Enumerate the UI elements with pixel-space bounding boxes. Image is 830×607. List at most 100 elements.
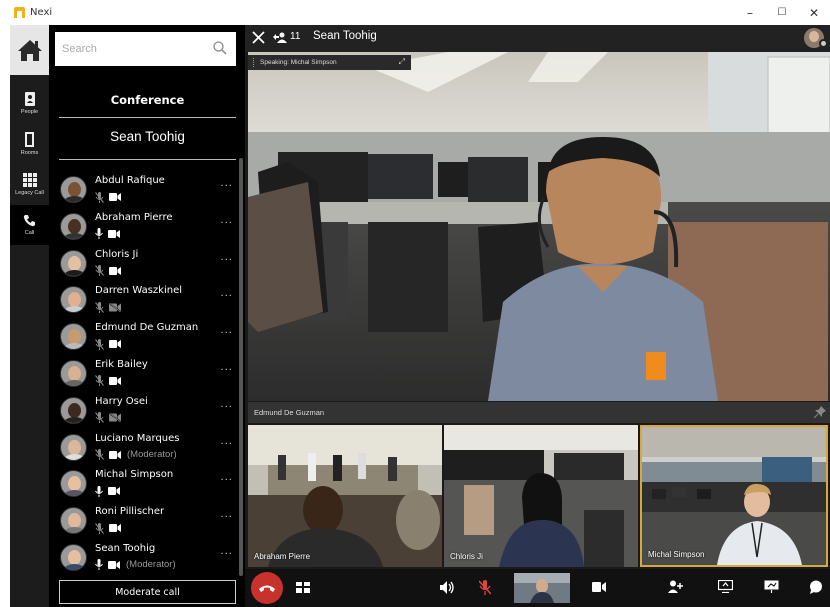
camera-icon[interactable] (592, 582, 606, 592)
hang-up-button[interactable] (251, 572, 283, 604)
divider (59, 159, 236, 160)
speaking-indicator: Speaking: Michal Simpson ⤢ (248, 55, 411, 70)
conference-name: Sean Toohig (110, 129, 185, 144)
chat-icon[interactable] (809, 580, 823, 594)
participant-name: Chloris Ji (95, 248, 139, 260)
rail-label-rooms: Rooms (20, 150, 39, 156)
avatar (60, 212, 87, 240)
self-preview[interactable] (514, 573, 570, 603)
participant-row[interactable]: Darren Waszkinel ··· (49, 282, 239, 319)
more-options-icon[interactable]: ··· (220, 291, 233, 302)
more-options-icon[interactable]: ··· (220, 365, 233, 376)
participant-status (95, 191, 127, 203)
rail-item-legacy-call[interactable]: Legacy Call (10, 164, 49, 204)
layout-icon[interactable] (296, 582, 310, 593)
microphone-muted-icon (95, 301, 104, 313)
camera-icon (108, 487, 120, 496)
more-options-icon[interactable]: ··· (220, 402, 233, 413)
popout-icon[interactable]: ⤢ (399, 57, 405, 67)
more-options-icon[interactable]: ··· (220, 439, 233, 450)
home-button[interactable] (10, 25, 49, 75)
main-video-name-bar: Edmund De Guzman (248, 402, 830, 423)
participant-name: Sean Toohig (95, 542, 156, 554)
participant-row[interactable]: Abdul Rafique ··· (49, 172, 239, 209)
moderate-call-button[interactable]: Moderate call (59, 580, 236, 604)
presentation-icon[interactable] (764, 580, 779, 593)
pin-icon[interactable] (814, 406, 826, 418)
rail-item-rooms[interactable]: Rooms (10, 124, 49, 164)
more-options-icon[interactable]: ··· (220, 218, 233, 229)
share-screen-icon[interactable] (718, 580, 733, 593)
close-icon[interactable] (252, 31, 265, 44)
participant-row[interactable]: Luciano Marques (Moderator) ··· (49, 430, 239, 467)
search-box (55, 32, 236, 66)
more-options-icon[interactable]: ··· (220, 475, 233, 486)
more-options-icon[interactable]: ··· (220, 255, 233, 266)
participant-status (95, 228, 126, 240)
microphone-muted-icon (95, 191, 104, 203)
avatar (60, 286, 87, 314)
camera-off-icon (109, 413, 121, 423)
participant-row[interactable]: Erik Bailey ··· (49, 356, 239, 393)
microphone-icon (95, 559, 103, 571)
participant-status (95, 375, 127, 387)
add-participant-icon[interactable] (668, 580, 683, 593)
video-tile-michal-simpson[interactable]: Michal Simpson (640, 425, 828, 567)
avatar (60, 359, 87, 387)
search-icon[interactable] (213, 41, 227, 55)
participant-name: Erik Bailey (95, 358, 148, 370)
participant-row[interactable]: Chloris Ji ··· (49, 246, 239, 283)
video-tile-chloris-ji[interactable]: Chloris Ji (444, 425, 638, 567)
rail-item-people[interactable]: People (10, 83, 49, 123)
microphone-muted-icon[interactable] (479, 580, 491, 595)
participants-icon[interactable] (273, 32, 287, 43)
video-tile-abraham-pierre[interactable]: Abraham Pierre (248, 425, 442, 567)
rail-item-call[interactable]: Call (10, 205, 49, 245)
main-video[interactable] (248, 52, 830, 401)
participant-name: Abdul Rafique (95, 175, 165, 186)
rail-label-call: Call (24, 230, 35, 236)
participant-status (95, 338, 127, 350)
speaker-icon[interactable] (440, 581, 454, 594)
camera-icon (109, 266, 121, 275)
nav-rail: People Rooms Legacy Call Call (10, 25, 49, 607)
avatar (60, 470, 87, 498)
phone-icon (23, 215, 35, 227)
camera-icon (109, 340, 121, 349)
microphone-muted-icon (95, 449, 104, 461)
participant-count: 11 (290, 31, 301, 42)
microphone-muted-icon (95, 338, 104, 350)
participant-row[interactable]: Harry Osei ··· (49, 393, 239, 430)
participant-status (95, 301, 127, 313)
camera-icon (109, 193, 121, 201)
participant-row[interactable]: Edmund De Guzman ··· (49, 319, 239, 356)
more-options-icon[interactable]: ··· (220, 181, 233, 192)
camera-icon (108, 229, 120, 238)
participant-name: Michal Simpson (95, 469, 174, 481)
participant-row[interactable]: Roni Pillischer ··· (49, 503, 239, 540)
gear-icon[interactable] (819, 39, 828, 48)
close-window-button[interactable]: ✕ (798, 0, 830, 25)
microphone-muted-icon (95, 412, 104, 424)
divider (59, 117, 236, 118)
more-options-icon[interactable]: ··· (220, 549, 233, 560)
maximize-button[interactable]: ☐ (766, 0, 798, 25)
more-options-icon[interactable]: ··· (220, 328, 233, 339)
participant-status (95, 265, 127, 277)
window-title-bar: Nexi – ☐ ✕ (0, 0, 830, 25)
participant-name: Abraham Pierre (95, 211, 173, 223)
participant-row[interactable]: Sean Toohig (Moderator) ··· (49, 540, 239, 577)
search-input[interactable] (55, 32, 205, 66)
avatar (60, 176, 87, 203)
participant-row[interactable]: Michal Simpson ··· (49, 466, 239, 503)
sidebar-scrollbar[interactable] (239, 158, 243, 576)
participant-status: (Moderator) (95, 449, 177, 461)
participant-row[interactable]: Abraham Pierre ··· (49, 209, 239, 246)
more-options-icon[interactable]: ··· (220, 512, 233, 523)
avatar (60, 396, 87, 424)
minimize-button[interactable]: – (734, 0, 766, 25)
app-name: Nexi (30, 7, 53, 18)
participant-name: Harry Osei (95, 395, 148, 407)
dialpad-icon (22, 172, 37, 187)
app-logo-icon (14, 7, 25, 18)
